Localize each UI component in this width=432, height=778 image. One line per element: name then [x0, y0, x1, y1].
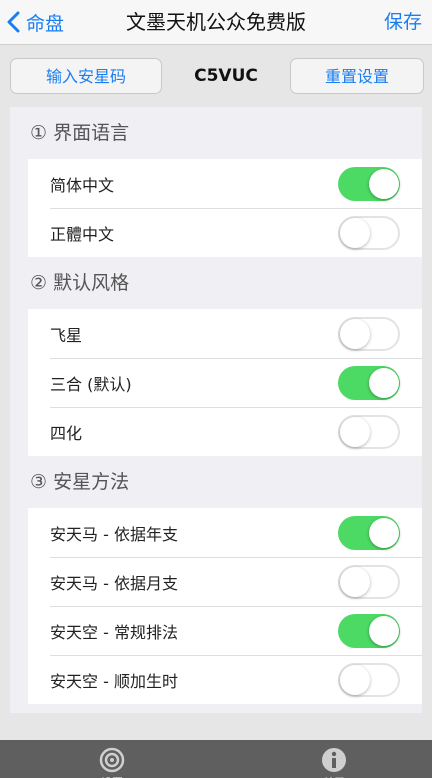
setting-row-tianma-year: 安天马 - 依据年支: [28, 508, 422, 557]
back-button[interactable]: 命盘: [6, 0, 64, 44]
setting-row-simplified-chinese: 简体中文: [28, 159, 422, 208]
tianma-year-toggle[interactable]: [338, 516, 400, 550]
tiankong-hour-toggle[interactable]: [338, 663, 400, 697]
toggle-knob: [340, 218, 370, 248]
section-header-style: ② 默认风格: [30, 272, 130, 294]
setting-row-tianma-month: 安天马 - 依据月支: [28, 557, 422, 606]
settings-list[interactable]: ① 界面语言 简体中文 正體中文 ② 默认风格 飞星 三合 (默认) 四化 ③ …: [10, 107, 422, 713]
setting-row-sihua: 四化: [28, 407, 422, 456]
navigation-bar: 命盘 文墨天机公众免费版 保存: [0, 0, 432, 45]
setting-row-tiankong-hour: 安天空 - 顺加生时: [28, 655, 422, 704]
tab-about[interactable]: 关于: [284, 740, 384, 778]
sihua-toggle[interactable]: [338, 415, 400, 449]
toggle-knob: [369, 368, 399, 398]
toggle-knob: [340, 417, 370, 447]
section-header-language: ① 界面语言: [30, 122, 130, 144]
back-button-label: 命盘: [26, 12, 65, 35]
toggle-knob: [340, 319, 370, 349]
chevron-left-icon: [7, 11, 20, 33]
toggle-knob: [369, 616, 399, 646]
tab-label: 设置: [62, 774, 162, 778]
tiankong-regular-toggle[interactable]: [338, 614, 400, 648]
sanhe-toggle[interactable]: [338, 366, 400, 400]
settings-group-style: 飞星 三合 (默认) 四化: [28, 309, 422, 456]
tab-settings[interactable]: 设置: [62, 740, 162, 778]
setting-row-sanhe: 三合 (默认): [28, 358, 422, 407]
toolbar: 输入安星码 C5VUC 重置设置: [0, 45, 432, 107]
toggle-knob: [340, 567, 370, 597]
save-button[interactable]: 保存: [384, 0, 422, 44]
section-header-method: ③ 安星方法: [30, 471, 130, 493]
star-code-label: C5VUC: [194, 66, 258, 86]
simplified-chinese-toggle[interactable]: [338, 167, 400, 201]
toggle-knob: [369, 518, 399, 548]
toggle-knob: [369, 169, 399, 199]
traditional-chinese-toggle[interactable]: [338, 216, 400, 250]
tab-label: 关于: [284, 774, 384, 778]
setting-row-flying-star: 飞星: [28, 309, 422, 358]
info-icon: [322, 748, 346, 772]
tab-bar: 设置 关于: [0, 740, 432, 778]
toggle-knob: [340, 665, 370, 695]
setting-row-traditional-chinese: 正體中文: [28, 208, 422, 257]
page-title: 文墨天机公众免费版: [126, 10, 306, 34]
settings-group-language: 简体中文 正體中文: [28, 159, 422, 257]
flying-star-toggle[interactable]: [338, 317, 400, 351]
setting-row-tiankong-regular: 安天空 - 常规排法: [28, 606, 422, 655]
enter-star-code-button[interactable]: 输入安星码: [10, 58, 162, 94]
tianma-month-toggle[interactable]: [338, 565, 400, 599]
settings-group-method: 安天马 - 依据年支 安天马 - 依据月支 安天空 - 常规排法 安天空 - 顺…: [28, 508, 422, 704]
target-icon: [99, 747, 125, 773]
reset-settings-button[interactable]: 重置设置: [290, 58, 424, 94]
